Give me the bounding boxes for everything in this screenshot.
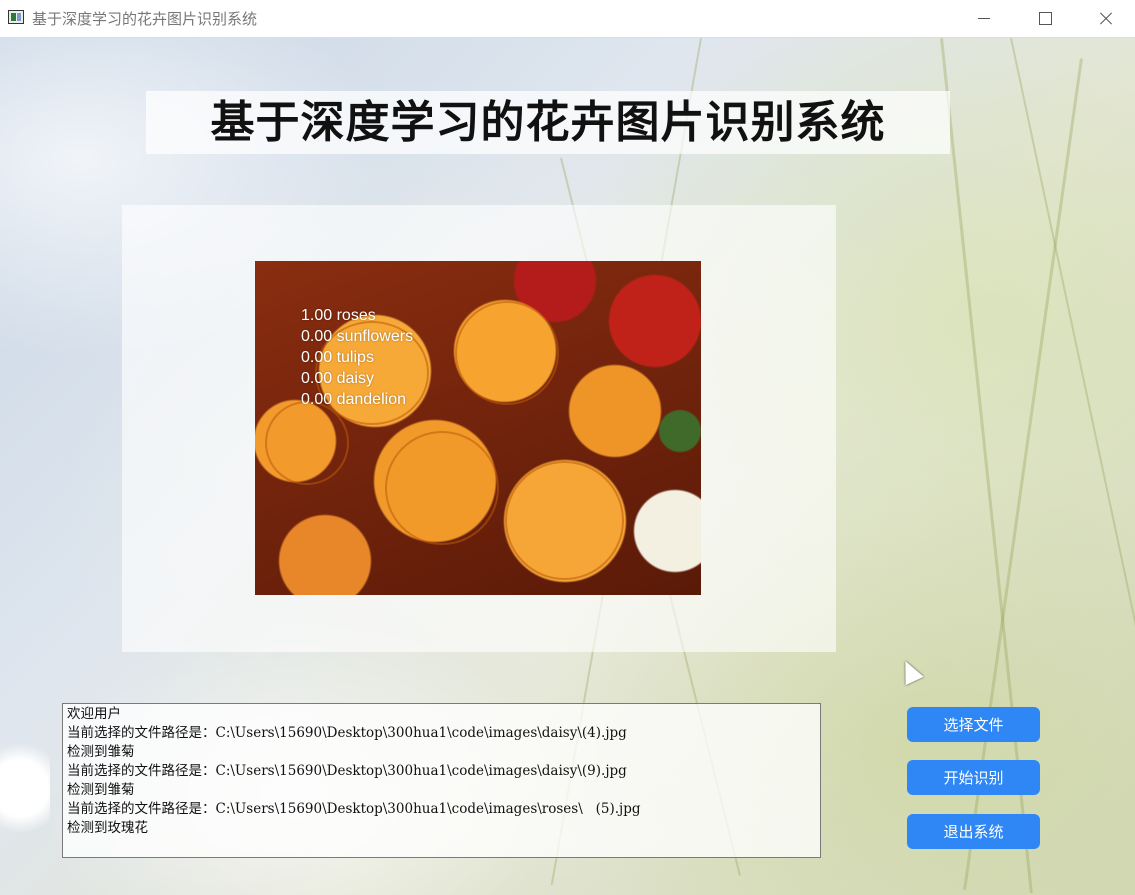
flower-image: 1.00 roses 0.00 sunflowers 0.00 tulips 0… [255, 261, 701, 595]
prediction-line: 0.00 dandelion [301, 391, 406, 408]
maximize-icon[interactable] [1015, 0, 1075, 37]
rose-petal [505, 461, 624, 580]
image-panel: 1.00 roses 0.00 sunflowers 0.00 tulips 0… [122, 205, 836, 652]
start-recognition-button[interactable]: 开始识别 [907, 760, 1040, 795]
rose-petal [265, 401, 349, 485]
prediction-line: 1.00 roses [301, 307, 376, 324]
window-titlebar: 基于深度学习的花卉图片识别系统 [0, 0, 1135, 38]
log-line: 检测到雏菊 [67, 782, 135, 798]
log-line: 当前选择的文件路径是：C:\Users\15690\Desktop\300hua… [67, 763, 627, 779]
log-line: 欢迎用户 [67, 706, 121, 722]
select-file-button[interactable]: 选择文件 [907, 707, 1040, 742]
prediction-line: 0.00 daisy [301, 370, 374, 387]
log-line: 当前选择的文件路径是：C:\Users\15690\Desktop\300hua… [67, 725, 627, 741]
decor-branch [1010, 38, 1135, 880]
rose-petal [385, 431, 499, 545]
minimize-icon[interactable] [954, 0, 1014, 37]
prediction-line: 0.00 tulips [301, 349, 374, 366]
prediction-line: 0.00 sunflowers [301, 328, 414, 345]
close-icon[interactable] [1076, 0, 1135, 37]
log-line: 当前选择的文件路径是：C:\Users\15690\Desktop\300hua… [67, 801, 641, 817]
log-line: 检测到雏菊 [67, 744, 135, 760]
rose-petal [455, 301, 559, 405]
log-line: 检测到玫瑰花 [67, 820, 148, 836]
page-title: 基于深度学习的花卉图片识别系统 [210, 97, 886, 148]
window-title: 基于深度学习的花卉图片识别系统 [32, 10, 258, 28]
app-icon [8, 10, 24, 24]
title-banner: 基于深度学习的花卉图片识别系统 [146, 91, 950, 154]
exit-system-button[interactable]: 退出系统 [907, 814, 1040, 849]
log-textbox[interactable]: 欢迎用户 当前选择的文件路径是：C:\Users\15690\Desktop\3… [62, 703, 821, 858]
prediction-list: 1.00 roses 0.00 sunflowers 0.00 tulips 0… [301, 305, 413, 410]
decor-snow [0, 728, 50, 858]
